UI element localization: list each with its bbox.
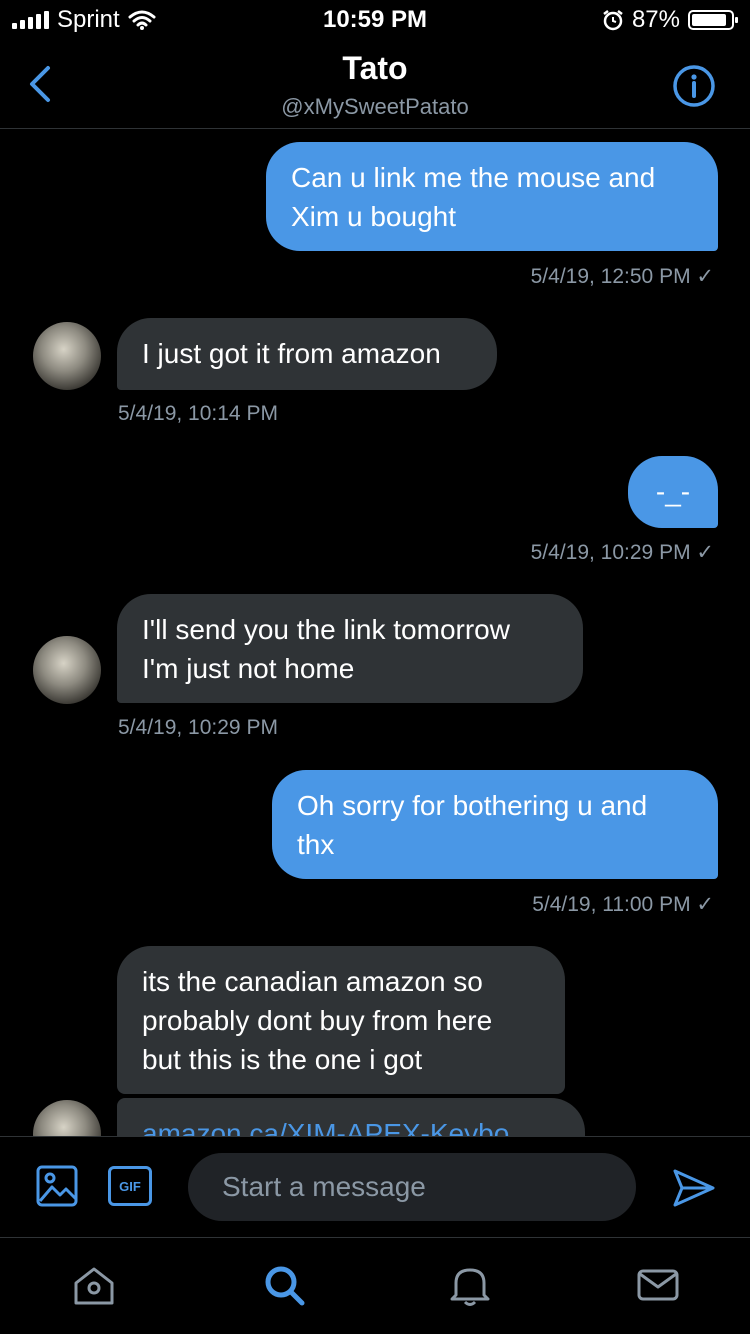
- link-preview-bubble[interactable]: amazon.ca/XIM-APEX-Keybo: [117, 1098, 585, 1136]
- notifications-icon[interactable]: [448, 1263, 492, 1307]
- home-icon[interactable]: [72, 1263, 116, 1307]
- send-icon[interactable]: [672, 1167, 716, 1209]
- message-input-placeholder: Start a message: [222, 1171, 426, 1202]
- link-text[interactable]: amazon.ca/XIM-APEX-Keybo: [142, 1114, 560, 1136]
- message-line: thx: [297, 829, 335, 860]
- message-line: Xim u bought: [291, 201, 456, 232]
- tab-bar: [0, 1237, 750, 1334]
- message-composer: GIF Start a message: [0, 1136, 750, 1238]
- avatar[interactable]: [33, 636, 101, 704]
- battery-icon: [688, 10, 738, 30]
- sent-message-bubble[interactable]: Oh sorry for bothering u and thx: [272, 770, 718, 879]
- received-message-bubble[interactable]: I'll send you the link tomorrow I'm just…: [117, 594, 583, 703]
- message-line: its the canadian amazon so: [142, 966, 483, 997]
- battery-percent: 87%: [631, 6, 680, 33]
- message-input[interactable]: Start a message: [188, 1153, 636, 1221]
- avatar[interactable]: [33, 322, 101, 390]
- message-timestamp: 5/4/19, 11:00 PM ✓: [532, 893, 714, 916]
- received-message-bubble[interactable]: its the canadian amazon so probably dont…: [117, 946, 565, 1094]
- message-line: probably dont buy from here: [142, 1005, 493, 1036]
- image-icon[interactable]: [36, 1165, 78, 1207]
- message-line: Oh sorry for bothering u and: [297, 790, 648, 821]
- gif-icon[interactable]: GIF: [108, 1166, 152, 1206]
- message-line: -_-: [655, 476, 691, 507]
- message-timestamp: 5/4/19, 10:29 PM ✓: [530, 541, 714, 564]
- messages-icon[interactable]: [636, 1263, 680, 1307]
- avatar[interactable]: [33, 1100, 101, 1136]
- conversation-header: Tato @xMySweetPatato: [0, 40, 750, 129]
- message-list[interactable]: Can u link me the mouse and Xim u bought…: [0, 130, 750, 1136]
- info-icon[interactable]: [672, 64, 716, 108]
- message-line: but this is the one i got: [142, 1044, 423, 1075]
- message-line: I'll send you the link tomorrow: [142, 614, 510, 645]
- message-line: I just got it from amazon: [142, 338, 441, 369]
- message-line: Can u link me the mouse and: [291, 162, 656, 193]
- conversation-title[interactable]: Tato: [0, 50, 750, 87]
- alarm-icon: [603, 10, 623, 31]
- message-line: I'm just not home: [142, 653, 355, 684]
- message-timestamp: 5/4/19, 10:14 PM: [118, 402, 278, 425]
- message-timestamp: 5/4/19, 12:50 PM ✓: [530, 265, 714, 288]
- message-timestamp: 5/4/19, 10:29 PM: [118, 716, 278, 739]
- sent-message-bubble[interactable]: -_-: [628, 456, 718, 528]
- search-icon[interactable]: [262, 1263, 306, 1307]
- sent-message-bubble[interactable]: Can u link me the mouse and Xim u bought: [266, 142, 718, 251]
- gif-label: GIF: [119, 1178, 141, 1194]
- received-message-bubble[interactable]: I just got it from amazon: [117, 318, 497, 390]
- conversation-handle[interactable]: @xMySweetPatato: [0, 94, 750, 120]
- status-bar: Sprint 10:59 PM 87%: [0, 0, 750, 40]
